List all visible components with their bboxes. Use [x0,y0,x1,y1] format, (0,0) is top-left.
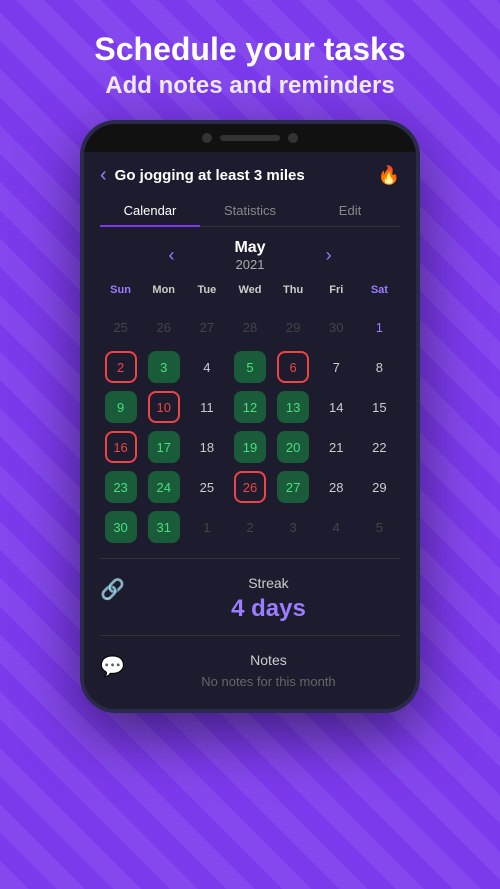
day-header-fri: Fri [316,280,357,300]
table-row[interactable]: 3 [143,348,184,386]
table-row[interactable]: 30 [100,508,141,546]
phone-body: ‹ Go jogging at least 3 miles 🔥 Calendar… [80,120,420,713]
calendar-grid: Sun Mon Tue Wed Thu Fri Sat [100,280,400,300]
notes-icon: 💬 [100,654,125,679]
next-month-button[interactable]: › [326,245,332,266]
table-row[interactable]: 1 [186,508,227,546]
day-header-tue: Tue [186,280,227,300]
table-row[interactable]: 16 [100,428,141,466]
year-label: 2021 [234,257,265,272]
streak-label: Streak [137,575,400,591]
streak-section: 🔗 Streak 4 days [100,575,400,623]
calendar-nav: ‹ May 2021 › [100,239,400,272]
table-row[interactable]: 6 [273,348,314,386]
notes-section: 💬 Notes No notes for this month [100,652,400,689]
day-header-sat: Sat [359,280,400,300]
table-row[interactable]: 13 [273,388,314,426]
divider-1 [100,558,400,559]
table-row[interactable]: 9 [100,388,141,426]
notes-content: Notes No notes for this month [137,652,400,689]
camera-dot-2 [288,133,298,143]
streak-value: 4 days [137,595,400,623]
table-row[interactable]: 4 [316,508,357,546]
month-year-display: May 2021 [234,239,265,272]
table-row[interactable]: 30 [316,308,357,346]
day-header-wed: Wed [229,280,270,300]
table-row[interactable]: 10 [143,388,184,426]
tab-bar: Calendar Statistics Edit [100,195,400,227]
table-row[interactable]: 31 [143,508,184,546]
day-header-thu: Thu [273,280,314,300]
table-row[interactable]: 4 [186,348,227,386]
table-row[interactable]: 11 [186,388,227,426]
calendar-days-grid: 2526272829301234567891011121314151617181… [100,308,400,546]
table-row[interactable]: 22 [359,428,400,466]
tab-edit[interactable]: Edit [300,195,400,226]
phone-notch [84,124,416,152]
headline: Schedule your tasks [20,30,480,68]
table-row[interactable]: 2 [229,508,270,546]
table-row[interactable]: 28 [316,468,357,506]
speaker-bar [220,135,280,141]
table-row[interactable]: 20 [273,428,314,466]
table-row[interactable]: 24 [143,468,184,506]
table-row[interactable]: 19 [229,428,270,466]
app-title: Go jogging at least 3 miles [115,167,370,184]
notes-label: Notes [137,652,400,668]
table-row[interactable]: 29 [359,468,400,506]
table-row[interactable]: 17 [143,428,184,466]
app-header: ‹ Go jogging at least 3 miles 🔥 [100,152,400,195]
table-row[interactable]: 3 [273,508,314,546]
table-row[interactable]: 27 [186,308,227,346]
table-row[interactable]: 12 [229,388,270,426]
table-row[interactable]: 29 [273,308,314,346]
table-row[interactable]: 8 [359,348,400,386]
flame-icon[interactable]: 🔥 [378,165,400,186]
prev-month-button[interactable]: ‹ [168,245,174,266]
streak-icon: 🔗 [100,577,125,602]
notes-empty-message: No notes for this month [137,674,400,689]
streak-content: Streak 4 days [137,575,400,623]
table-row[interactable]: 27 [273,468,314,506]
day-header-mon: Mon [143,280,184,300]
tab-statistics[interactable]: Statistics [200,195,300,226]
table-row[interactable]: 28 [229,308,270,346]
month-name: May [234,239,265,257]
table-row[interactable]: 25 [186,468,227,506]
table-row[interactable]: 14 [316,388,357,426]
table-row[interactable]: 25 [100,308,141,346]
divider-2 [100,635,400,636]
phone-content: ‹ Go jogging at least 3 miles 🔥 Calendar… [84,152,416,709]
table-row[interactable]: 26 [229,468,270,506]
subheadline: Add notes and reminders [20,72,480,100]
back-button[interactable]: ‹ [100,164,107,187]
table-row[interactable]: 7 [316,348,357,386]
table-row[interactable]: 15 [359,388,400,426]
table-row[interactable]: 23 [100,468,141,506]
table-row[interactable]: 1 [359,308,400,346]
phone-mockup: ‹ Go jogging at least 3 miles 🔥 Calendar… [80,120,420,713]
camera-dot [202,133,212,143]
table-row[interactable]: 5 [229,348,270,386]
top-section: Schedule your tasks Add notes and remind… [0,0,500,120]
table-row[interactable]: 5 [359,508,400,546]
table-row[interactable]: 21 [316,428,357,466]
table-row[interactable]: 18 [186,428,227,466]
tab-calendar[interactable]: Calendar [100,195,200,226]
table-row[interactable]: 26 [143,308,184,346]
day-header-sun: Sun [100,280,141,300]
table-row[interactable]: 2 [100,348,141,386]
